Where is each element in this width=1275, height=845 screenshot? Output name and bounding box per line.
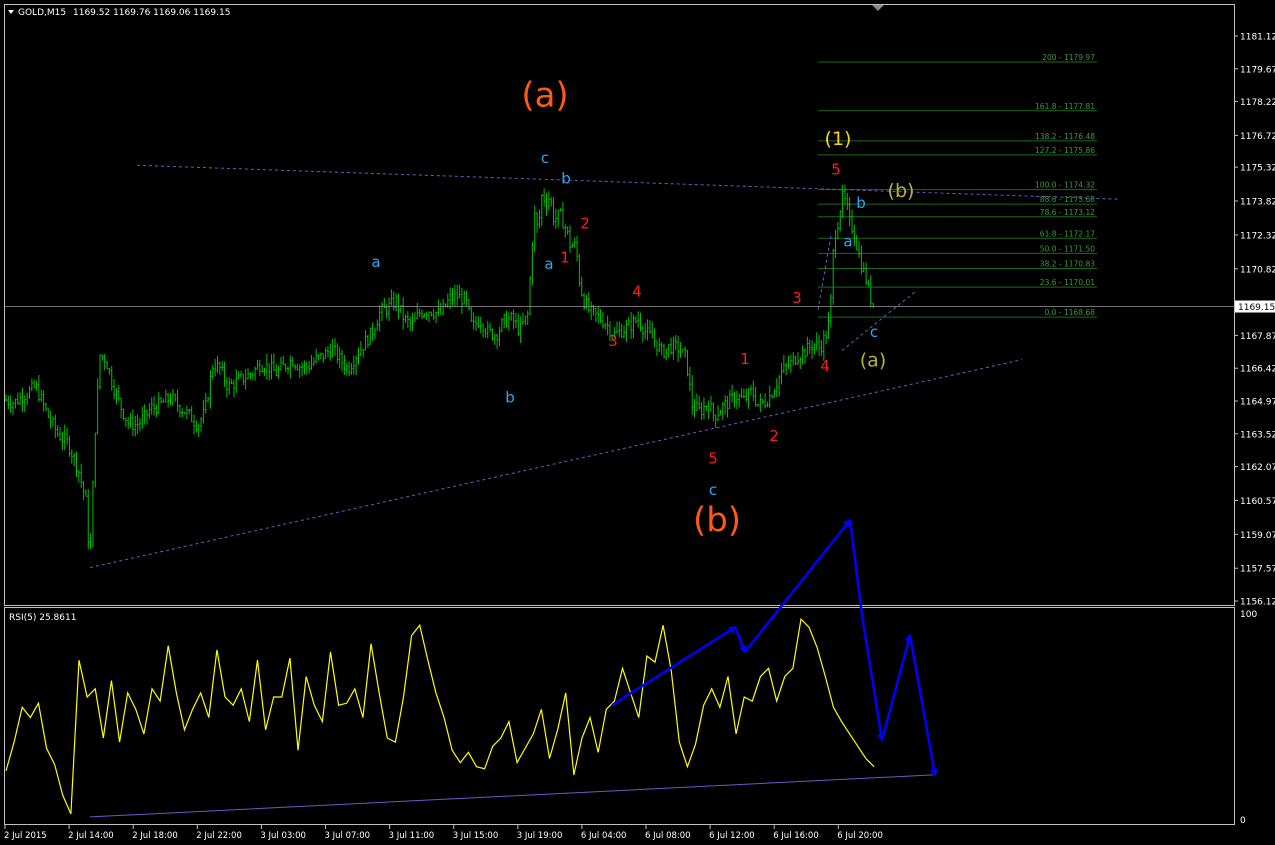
time-tick-label: 3 Jul 11:00 (389, 831, 435, 841)
fib-level-label: 138.2 - 1176.48 (1035, 132, 1095, 141)
time-tick-label: 6 Jul 20:00 (837, 831, 883, 841)
time-tick-label: 2 Jul 18:00 (132, 831, 178, 841)
rsi-tick-label: 100 (1240, 610, 1257, 620)
wave-label: 5 (831, 160, 841, 178)
time-tick-label: 3 Jul 07:00 (325, 831, 371, 841)
fib-level-label: 61.8 - 1172.17 (1040, 229, 1095, 238)
price-tick-label: 1176.72 (1240, 132, 1275, 142)
fib-level-label: 161.8 - 1177.81 (1035, 102, 1095, 111)
time-tick-label: 6 Jul 04:00 (581, 831, 627, 841)
time-tick-label: 3 Jul 15:00 (453, 831, 499, 841)
fib-level-label: 23.6 - 1170.01 (1040, 278, 1095, 287)
price-tick-label: 1178.22 (1240, 98, 1275, 108)
wave-label: 3 (608, 332, 618, 350)
wave-label: b (856, 194, 866, 212)
time-tick-label: 3 Jul 03:00 (260, 831, 306, 841)
fib-level-label: 127.2 - 1175.86 (1035, 146, 1095, 155)
price-tick-label: 1179.67 (1240, 65, 1275, 75)
price-tick-label: 1159.07 (1240, 531, 1275, 541)
price-tick-label: 1157.57 (1240, 565, 1275, 575)
wave-label: c (541, 149, 549, 167)
wave-label: 2 (769, 427, 779, 445)
current-price-label: 1169.15 (1238, 303, 1275, 313)
price-tick-label: 1181.12 (1240, 33, 1275, 43)
rsi-tick-label: 0 (1240, 816, 1246, 826)
wave-label: b (505, 389, 515, 407)
wave-label: (b) (888, 180, 915, 202)
price-tick-label: 1156.12 (1240, 598, 1275, 608)
wave-label: a (371, 253, 380, 271)
fib-level-label: 0.0 - 1168.68 (1045, 308, 1096, 317)
chart-symbol: GOLD,M15 (18, 8, 66, 18)
price-tick-label: 1163.52 (1240, 430, 1275, 440)
price-tick-label: 1175.32 (1240, 164, 1275, 174)
wave-label: a (843, 233, 852, 251)
wave-label: (a) (860, 349, 886, 371)
wave-label: (a) (521, 76, 568, 116)
wave-label: 1 (740, 350, 750, 368)
wave-label: 2 (580, 215, 590, 233)
time-tick-label: 2 Jul 22:00 (196, 831, 242, 841)
price-tick-label: 1173.82 (1240, 197, 1275, 207)
fib-level-label: 50.0 - 1171.50 (1040, 244, 1095, 253)
wave-label: b (561, 169, 571, 187)
wave-label: 1 (560, 248, 570, 266)
wave-label: a (544, 255, 553, 273)
wave-label: 5 (708, 450, 718, 468)
chart-canvas: GOLD,M15 1169.52 1169.76 1169.06 1169.15… (0, 0, 1275, 845)
wave-label: 4 (632, 282, 642, 300)
fib-level-label: 200 - 1179.97 (1042, 53, 1095, 62)
price-tick-label: 1164.97 (1240, 397, 1275, 407)
price-tick-label: 1160.57 (1240, 497, 1275, 507)
rsi-title: RSI(5) 25.8611 (9, 613, 76, 623)
fib-level-label: 38.2 - 1170.83 (1040, 260, 1095, 269)
chart-ohlc: 1169.52 1169.76 1169.06 1169.15 (73, 8, 230, 18)
time-tick-label: 6 Jul 08:00 (645, 831, 691, 841)
wave-label: (b) (693, 500, 741, 540)
time-tick-label: 2 Jul 2015 (4, 831, 47, 841)
fib-level-label: 78.6 - 1173.12 (1040, 208, 1095, 217)
price-tick-label: 1167.87 (1240, 332, 1275, 342)
price-tick-label: 1172.32 (1240, 231, 1275, 241)
time-tick-label: 6 Jul 16:00 (773, 831, 819, 841)
time-tick-label: 3 Jul 19:00 (517, 831, 563, 841)
wave-label: 4 (820, 357, 830, 375)
fib-level-label: 100.0 - 1174.32 (1035, 181, 1095, 190)
wave-label: c (870, 323, 878, 341)
price-tick-label: 1166.42 (1240, 365, 1275, 375)
wave-label: 3 (792, 289, 802, 307)
time-tick-label: 6 Jul 12:00 (709, 831, 755, 841)
fib-level-label: 88.6 - 1173.68 (1040, 195, 1095, 204)
price-tick-label: 1170.82 (1240, 265, 1275, 275)
time-tick-label: 2 Jul 14:00 (68, 831, 114, 841)
wave-label: (1) (825, 128, 852, 150)
wave-label: c (709, 481, 717, 499)
price-tick-label: 1162.07 (1240, 463, 1275, 473)
